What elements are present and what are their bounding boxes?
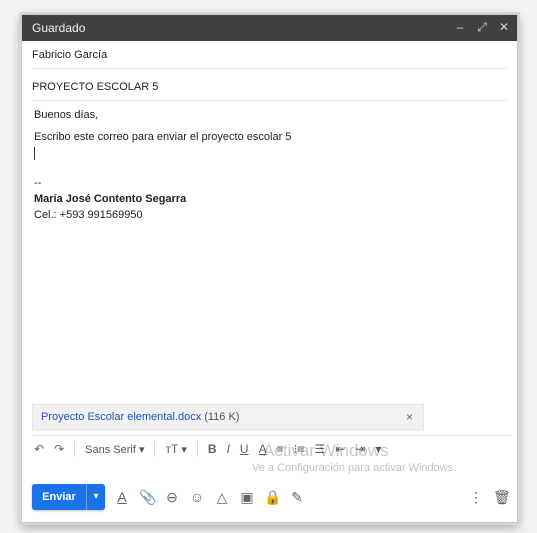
compose-window: Guardado – ⤢ ✕ Fabricio García PROYECTO …: [21, 14, 518, 523]
screenshot-frame: Guardado – ⤢ ✕ Fabricio García PROYECTO …: [0, 0, 537, 533]
confidential-mode-icon[interactable]: 🔒: [264, 489, 281, 506]
font-size-select[interactable]: тT ▾: [165, 442, 186, 456]
insert-emoji-icon[interactable]: ☺: [189, 489, 205, 505]
redo-icon[interactable]: ↷: [54, 442, 64, 456]
toolbar-divider: [74, 441, 76, 457]
undo-icon[interactable]: ↶: [34, 442, 44, 456]
insert-link-icon[interactable]: ⊖: [164, 489, 180, 506]
underline-icon[interactable]: U: [240, 442, 249, 456]
remove-attachment-icon[interactable]: ×: [406, 405, 413, 429]
signature-separator: --: [34, 177, 42, 189]
formatting-options-icon[interactable]: A: [114, 489, 130, 505]
subject-field[interactable]: PROYECTO ESCOLAR 5: [32, 74, 507, 101]
recipient-chip[interactable]: Fabricio García: [32, 49, 107, 61]
window-controls: – ⤢ ✕: [453, 19, 511, 35]
message-body[interactable]: Buenos días, Escribo este correo para en…: [34, 107, 507, 223]
greeting-text: Buenos días,: [34, 109, 99, 121]
insert-photo-icon[interactable]: ▣: [239, 489, 255, 506]
chevron-down-icon: ▾: [138, 443, 145, 456]
fullscreen-icon[interactable]: ⤢: [475, 19, 489, 35]
activation-watermark-title: Activar Windows: [263, 441, 389, 460]
discard-draft-icon[interactable]: 🗑: [493, 489, 511, 506]
compose-title: Guardado: [32, 21, 86, 35]
compose-bottom-bar: Enviar ▾ A 📎 ⊖ ☺ △ ▣ 🔒 ✎ ⋮ 🗑: [32, 482, 511, 512]
chevron-down-icon: ▾: [181, 444, 187, 456]
minimize-icon[interactable]: –: [453, 19, 467, 35]
text-size-icon: тT: [165, 442, 179, 456]
bold-icon[interactable]: B: [208, 442, 217, 456]
subject-value: PROYECTO ESCOLAR 5: [32, 81, 159, 93]
font-family-select[interactable]: Sans Serif ▾: [85, 443, 144, 456]
send-button[interactable]: Enviar: [32, 484, 86, 510]
message-text: Escribo este correo para enviar el proye…: [34, 131, 292, 143]
compose-titlebar[interactable]: Guardado – ⤢ ✕: [22, 15, 517, 41]
text-cursor: [34, 145, 507, 161]
send-button-group: Enviar ▾: [32, 484, 105, 510]
send-options-chevron-icon[interactable]: ▾: [86, 484, 105, 510]
attach-file-icon[interactable]: 📎: [139, 489, 156, 506]
signature-phone: Cel.: +593 991569950: [34, 209, 143, 221]
more-options-icon[interactable]: ⋮: [468, 489, 484, 506]
attachment-name[interactable]: Proyecto Escolar elemental.docx: [41, 411, 201, 423]
close-icon[interactable]: ✕: [497, 19, 511, 35]
insert-signature-icon[interactable]: ✎: [289, 489, 305, 506]
recipients-field[interactable]: Fabricio García: [32, 42, 507, 69]
italic-icon[interactable]: I: [227, 442, 230, 456]
attachment-chip[interactable]: Proyecto Escolar elemental.docx (116 K) ×: [32, 404, 424, 430]
attachment-size: (116 K): [204, 411, 240, 423]
toolbar-divider: [154, 441, 156, 457]
signature-name: María José Contento Segarra: [34, 193, 187, 205]
activation-watermark-subtitle: Ve a Configuración para activar Windows.: [252, 462, 457, 474]
font-family-label: Sans Serif: [85, 443, 136, 456]
toolbar-divider: [196, 441, 198, 457]
insert-drive-icon[interactable]: △: [214, 489, 230, 506]
